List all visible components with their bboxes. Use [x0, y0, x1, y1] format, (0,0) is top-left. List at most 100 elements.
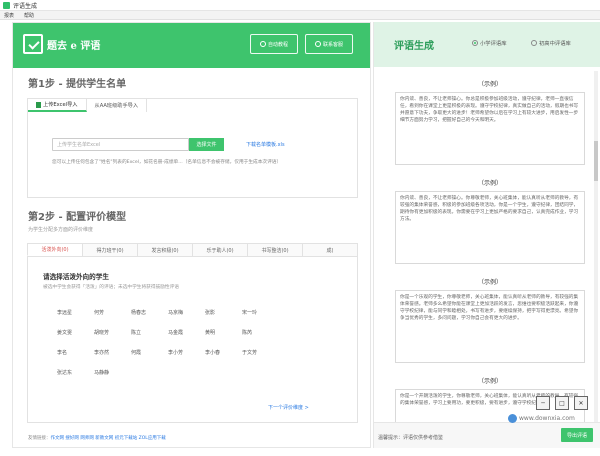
step2-subtitle: 为学生分配多方面的评价维度: [28, 227, 94, 233]
tab-aa-label: 从AA班级助手导入: [94, 103, 139, 109]
step2-title: 第2步 - 配置评价模型: [28, 208, 126, 223]
tab-speak[interactable]: 发言积极(0): [137, 244, 192, 256]
chat-icon: [314, 41, 321, 47]
radio-primary-label: 小学评语库: [480, 41, 507, 47]
next-dimension-link[interactable]: 下一个评价维度 >: [268, 404, 309, 411]
window-controls: ─ □ ✕: [536, 396, 588, 410]
watermark-icon: [508, 414, 517, 423]
tab-lively[interactable]: 活泼外向(0): [27, 244, 82, 256]
sample-label: （示例）: [477, 378, 502, 385]
menu-item-report[interactable]: 报表: [4, 12, 14, 19]
logo: 题去 e 评语: [23, 34, 100, 54]
friend-links-list[interactable]: 作文网 搜好网 网师网 新教文网 初元下载站 ZOL应用下载: [51, 436, 166, 441]
question-hint: 被选中学生会获得「活泼」的评语；未选中学生将获得鼓励性评语: [43, 285, 179, 290]
result-title: 评语生成: [394, 41, 434, 52]
close-icon[interactable]: ✕: [574, 396, 588, 410]
sample-text[interactable]: 你内敛、善良，不让老师操心。你总是积极参加班级活动，遵守纪律，老师一直很信任，看…: [395, 92, 585, 165]
step1-prefix: 第1步 -: [28, 79, 63, 90]
vertical-scrollbar[interactable]: [594, 71, 598, 427]
student-names-grid: 李远星 何芳 杨春志 马京梅 张影 宋一玲 姜文雯 胡晓芳 陈立 马金霞 黄明 …: [57, 309, 317, 376]
friend-links-label: 友情链接：: [28, 436, 51, 441]
export-button[interactable]: 导出评语: [561, 428, 593, 442]
step2-main: 配置评价模型: [66, 212, 127, 223]
student-name[interactable]: 杨春志: [131, 309, 168, 316]
scrollbar-thumb[interactable]: [594, 141, 598, 181]
radio-secondary-label: 初高中评语库: [539, 41, 571, 47]
tab-excel-import[interactable]: 上传Excel导入: [28, 99, 87, 112]
right-panel: 评语生成 小学评语库 初高中评语库 （示例） 你内敛、善良，不让老师操心。你总是…: [373, 22, 600, 448]
student-name[interactable]: 胡晓芳: [94, 329, 131, 336]
watermark: www.downxia.com: [508, 414, 575, 423]
import-tabs: 上传Excel导入 从AA班级助手导入: [28, 99, 148, 112]
sample-item: （示例） 你内敛、善良，不让老师操心。你总是积极参加班级活动，遵守纪律，老师一直…: [395, 79, 585, 165]
student-name[interactable]: 马金霞: [168, 329, 205, 336]
minimize-icon[interactable]: ─: [536, 396, 550, 410]
choose-file-button[interactable]: 选择文件: [189, 138, 224, 151]
student-name[interactable]: 姜文雯: [57, 329, 94, 336]
student-name[interactable]: 李远星: [57, 309, 94, 316]
question-title: 请选择活泼外向的学生: [43, 273, 109, 281]
radio-unchecked-icon: [531, 40, 537, 46]
student-name[interactable]: 李亦然: [94, 349, 131, 356]
sample-label: （示例）: [477, 180, 502, 187]
student-name[interactable]: 宋一玲: [242, 309, 279, 316]
student-name[interactable]: 马静静: [94, 369, 131, 376]
sample-label: （示例）: [477, 279, 502, 286]
download-template-link[interactable]: 下载名单模板.xls: [246, 141, 285, 148]
step2-prefix: 第2步 -: [28, 212, 63, 223]
tab-more[interactable]: 成(: [302, 244, 357, 256]
dimension-tabs: 活泼外向(0) 得力班干(0) 发言积极(0) 乐于助人(0) 书写整洁(0) …: [27, 243, 358, 257]
student-name[interactable]: 陈立: [131, 329, 168, 336]
sample-text[interactable]: 你内敛、善良，不让老师操心。你尊敬老师，关心班集体，能认真听从老师的教导，有较强…: [395, 191, 585, 264]
student-name[interactable]: 何霞: [131, 349, 168, 356]
sample-item: （示例） 你内敛、善良，不让老师操心。你尊敬老师，关心班集体，能认真听从老师的教…: [395, 178, 585, 264]
student-name[interactable]: [279, 309, 316, 316]
sample-label: （示例）: [477, 81, 502, 88]
sample-item: （示例） 你是一个乐观的学生，你尊敬老师，关心班集体，能认真听从老师的教导，有较…: [395, 277, 585, 363]
maximize-icon[interactable]: □: [555, 396, 569, 410]
student-name[interactable]: 何芳: [94, 309, 131, 316]
step1-main: 提供学生名单: [66, 79, 127, 90]
radio-secondary[interactable]: 初高中评语库: [531, 39, 571, 47]
tab-helpful[interactable]: 乐于助人(0): [192, 244, 247, 256]
student-name[interactable]: [279, 329, 316, 336]
student-name[interactable]: 陈芮: [242, 329, 279, 336]
contact-button[interactable]: 联系客服: [305, 34, 353, 54]
logo-check-icon: [23, 34, 43, 54]
result-header: 评语生成 小学评语库 初高中评语库: [374, 22, 600, 67]
menu-item-help[interactable]: 帮助: [24, 12, 34, 19]
contact-button-label: 联系客服: [322, 41, 343, 48]
tab-neat[interactable]: 书写整洁(0): [247, 244, 302, 256]
student-name[interactable]: 黄明: [205, 329, 242, 336]
window-title: 评语生成: [13, 2, 38, 10]
student-name[interactable]: 马京梅: [168, 309, 205, 316]
tutorial-button-label: 自动教程: [267, 41, 288, 48]
samples-list: （示例） 你内敛、善良，不让老师操心。你总是积极参加班级活动，遵守纪律，老师一直…: [374, 67, 600, 440]
tab-excel-label: 上传Excel导入: [43, 102, 78, 108]
friend-links: 友情链接：作文网 搜好网 网师网 新教文网 初元下载站 ZOL应用下载: [28, 435, 166, 441]
tutorial-button[interactable]: 自动教程: [250, 34, 298, 54]
import-note: 您可以上传任何包含了"姓名"列表的Excel，如花名册-成绩单...（名单信息不…: [52, 160, 282, 165]
student-name[interactable]: 于文芳: [242, 349, 279, 356]
file-input[interactable]: 上传学生名单Excel: [52, 138, 189, 151]
student-name[interactable]: 李名: [57, 349, 94, 356]
student-name[interactable]: 李小芳: [168, 349, 205, 356]
tab-aa-import[interactable]: 从AA班级助手导入: [87, 99, 148, 112]
tab-monitor[interactable]: 得力班干(0): [82, 244, 137, 256]
app-header: 题去 e 评语 自动教程 联系客服: [13, 23, 370, 68]
student-name[interactable]: 张达东: [57, 369, 94, 376]
app-icon: [3, 1, 10, 9]
student-name[interactable]: [279, 349, 316, 356]
menu-bar: 报表 帮助: [0, 11, 600, 20]
radio-primary[interactable]: 小学评语库: [472, 39, 507, 47]
student-name[interactable]: 李小春: [205, 349, 242, 356]
left-panel: 题去 e 评语 自动教程 联系客服 第1步 - 提供学生名单 上传Excel导入…: [12, 22, 371, 448]
student-name[interactable]: 张影: [205, 309, 242, 316]
excel-icon: [36, 101, 41, 108]
tip-text: 温馨提示：评语仅供参考借鉴: [378, 435, 444, 441]
play-icon: [259, 41, 266, 47]
radio-checked-icon: [472, 40, 478, 46]
watermark-text: www.downxia.com: [519, 415, 575, 422]
step1-title: 第1步 - 提供学生名单: [28, 75, 126, 90]
sample-text[interactable]: 你是一个乐观的学生，你尊敬老师，关心班集体，能认真听从老师的教导，有较强的集体荣…: [395, 290, 585, 363]
